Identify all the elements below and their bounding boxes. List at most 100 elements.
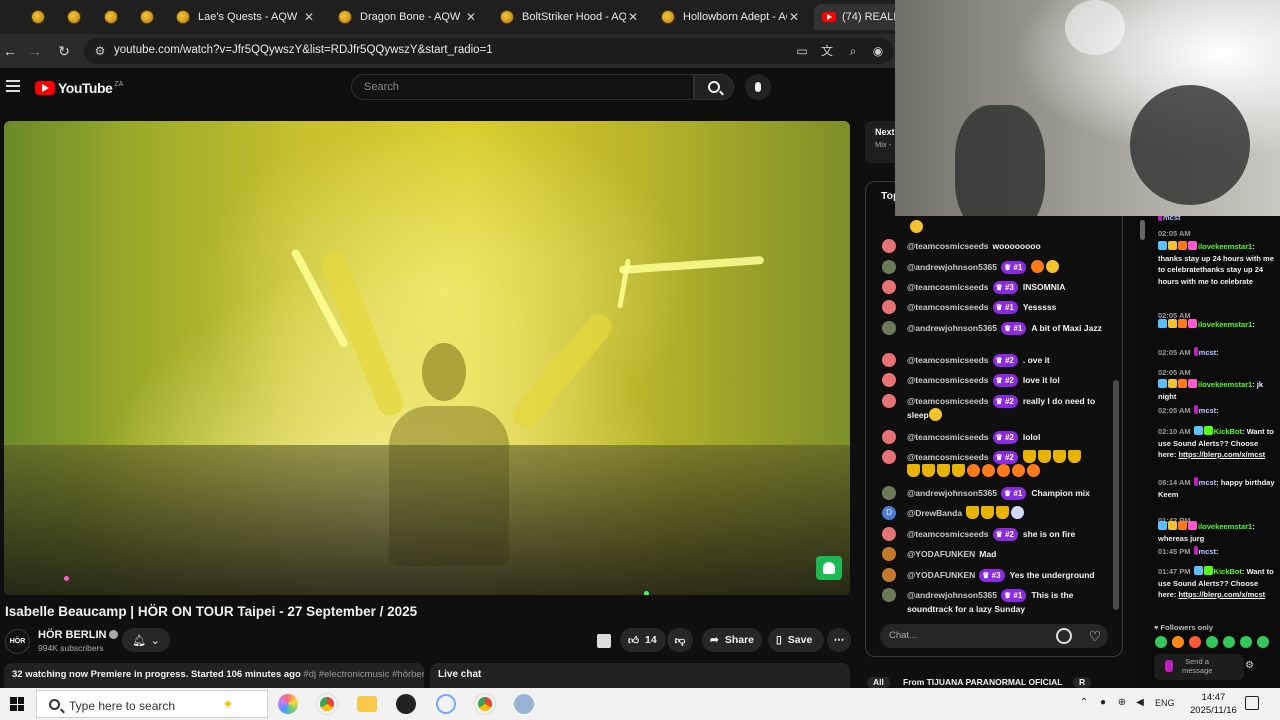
browser-tab[interactable]: Dragon Bone - AQW ✕: [330, 4, 486, 30]
chat-avatar[interactable]: [882, 373, 896, 387]
chat-username[interactable]: @teamcosmicseeds: [907, 396, 989, 406]
chat-username[interactable]: @andrewjohnson5365: [907, 488, 997, 498]
description-box[interactable]: 32 watching now Premiere in progress. St…: [4, 663, 424, 689]
emote-icon[interactable]: [1155, 636, 1167, 648]
browser-tab[interactable]: BoltStriker Hood - AQW ✕: [492, 4, 648, 30]
obs-icon[interactable]: [396, 694, 416, 714]
close-tab-icon[interactable]: ✕: [626, 10, 640, 24]
close-tab-icon[interactable]: ✕: [464, 10, 478, 24]
video-player[interactable]: [4, 121, 850, 595]
chat-avatar[interactable]: [882, 260, 896, 274]
dislike-button[interactable]: 👎︎: [667, 628, 693, 652]
pinned-tab-aqw-2[interactable]: [62, 6, 86, 28]
kick-settings-icon[interactable]: ⚙: [1245, 660, 1254, 671]
subscribed-notifications-button[interactable]: 🔔︎ ⌄: [122, 628, 170, 652]
menu-icon[interactable]: [6, 80, 20, 92]
volume-icon[interactable]: ◀: [1134, 697, 1146, 709]
kick-username[interactable]: ilovekeemstar1: [1198, 320, 1252, 329]
kick-username[interactable]: ilovekeemstar1: [1198, 522, 1252, 531]
network-icon[interactable]: ⊕: [1116, 697, 1128, 709]
emote-icon[interactable]: [1206, 636, 1218, 648]
chat-username[interactable]: @teamcosmicseeds: [907, 355, 989, 365]
kick-username[interactable]: mcst: [1199, 348, 1217, 357]
microphone-icon[interactable]: ●: [1097, 697, 1109, 709]
chat-username[interactable]: @teamcosmicseeds: [907, 302, 989, 312]
voice-search-button[interactable]: [745, 74, 771, 100]
chat-username[interactable]: @DrewBanda: [907, 508, 962, 518]
copilot-icon[interactable]: [278, 694, 298, 714]
clock[interactable]: 14:47 2025/11/16: [1190, 691, 1237, 717]
browser-tab[interactable]: Lae's Quests - AQW ✕: [168, 4, 324, 30]
chat-avatar[interactable]: [882, 486, 896, 500]
address-bar[interactable]: ⚙ youtube.com/watch?v=Jfr5QQywszY&list=R…: [84, 38, 894, 64]
chevron-up-icon[interactable]: ⌃: [1078, 697, 1090, 709]
kick-username[interactable]: ilovekeemstar1: [1198, 242, 1252, 251]
save-button[interactable]: ▯ Save: [768, 628, 824, 652]
like-button[interactable]: 👍︎ 14: [620, 628, 666, 652]
emote-icon[interactable]: [1189, 636, 1201, 648]
url-text[interactable]: youtube.com/watch?v=Jfr5QQywszY&list=RDJ…: [114, 44, 493, 56]
emote-icon[interactable]: [1257, 636, 1269, 648]
kick-username[interactable]: KickBot: [1214, 567, 1242, 576]
close-tab-icon[interactable]: ✕: [787, 10, 801, 24]
chat-username[interactable]: @YODAFUNKEN: [907, 549, 975, 559]
notification-bell-overlay[interactable]: [816, 556, 842, 580]
chat-avatar[interactable]: [882, 280, 896, 294]
kick-username[interactable]: ilovekeemstar1: [1198, 380, 1252, 389]
youtube-logo[interactable]: YouTube ZA: [35, 80, 123, 96]
heart-icon[interactable]: ♡: [1087, 628, 1103, 644]
emote-icon[interactable]: [1240, 636, 1252, 648]
chat-avatar[interactable]: [882, 300, 896, 314]
reload-icon[interactable]: ↻: [54, 41, 74, 61]
live-chat-tab[interactable]: Live chat: [430, 663, 850, 689]
chat-username[interactable]: @andrewjohnson5365: [907, 590, 997, 600]
kick-scrollbar[interactable]: [1140, 220, 1145, 240]
emoji-icon[interactable]: [1056, 628, 1072, 644]
close-tab-icon[interactable]: ✕: [302, 10, 316, 24]
chat-username[interactable]: @andrewjohnson5365: [907, 262, 997, 272]
gift-icon[interactable]: [597, 634, 611, 648]
back-icon[interactable]: ←: [0, 41, 20, 61]
chat-avatar[interactable]: D: [882, 506, 896, 520]
kick-username[interactable]: mcst: [1199, 547, 1217, 556]
kick-username[interactable]: mcst: [1163, 216, 1181, 222]
eye-off-icon[interactable]: ◉: [870, 43, 886, 59]
kick-username[interactable]: KickBot: [1214, 427, 1242, 436]
channel-name[interactable]: HÖR BERLIN: [38, 629, 119, 641]
chat-username[interactable]: @teamcosmicseeds: [907, 375, 989, 385]
chat-username[interactable]: @andrewjohnson5365: [907, 323, 997, 333]
chip-channel[interactable]: From TIJUANA PARANORMAL OFICIAL: [897, 677, 1068, 688]
chat-avatar[interactable]: [882, 568, 896, 582]
chat-avatar[interactable]: [882, 394, 896, 408]
translate-icon[interactable]: 文: [819, 43, 835, 59]
chrome-alt-icon[interactable]: [474, 693, 496, 715]
search-button[interactable]: [694, 74, 734, 100]
share-button[interactable]: ➦ Share: [702, 628, 762, 652]
pinned-tab-aqw-3[interactable]: [99, 6, 123, 28]
kick-link[interactable]: https://blerp.com/x/mcst: [1178, 450, 1265, 459]
chat-username[interactable]: @teamcosmicseeds: [907, 241, 989, 251]
file-explorer-icon[interactable]: [357, 696, 377, 712]
chip-related[interactable]: R: [1073, 677, 1092, 688]
pinned-tab-aqw-1[interactable]: [26, 6, 50, 28]
search-input[interactable]: Search: [351, 74, 694, 100]
chat-username[interactable]: @YODAFUNKEN: [907, 570, 975, 580]
chat-avatar[interactable]: [882, 547, 896, 561]
kick-username[interactable]: mcst: [1199, 406, 1217, 415]
hashtags[interactable]: #dj #electronicmusic #hörberlin: [303, 669, 424, 680]
site-info-icon[interactable]: ⚙: [92, 43, 108, 59]
zoom-icon[interactable]: ⌕: [845, 43, 861, 59]
channel-avatar[interactable]: HÖR: [5, 629, 30, 654]
chat-username[interactable]: @teamcosmicseeds: [907, 452, 989, 462]
windows-start-icon[interactable]: [10, 697, 24, 711]
chat-avatar[interactable]: [882, 430, 896, 444]
kick-user-icon[interactable]: [1165, 660, 1173, 672]
app-icon[interactable]: [514, 694, 534, 714]
pinned-tab-aqw-4[interactable]: [135, 6, 159, 28]
chat-username[interactable]: @teamcosmicseeds: [907, 432, 989, 442]
snipping-tool-icon[interactable]: [436, 694, 456, 714]
chat-avatar[interactable]: [882, 527, 896, 541]
chat-avatar[interactable]: [882, 239, 896, 253]
browser-tab[interactable]: Hollowborn Adept - AQ ✕: [653, 4, 809, 30]
chip-all[interactable]: All: [867, 677, 890, 688]
